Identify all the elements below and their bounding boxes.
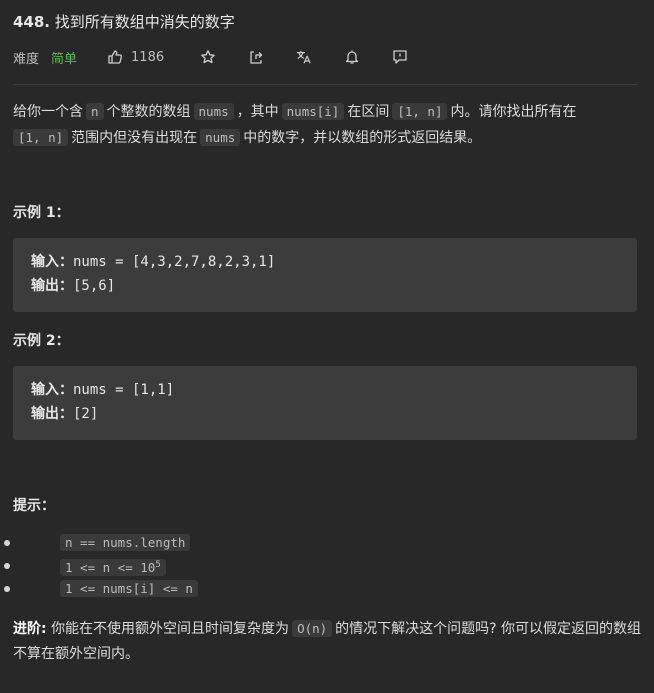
input-value: nums = [1,1] xyxy=(73,382,175,398)
hints-title: 提示： xyxy=(13,498,55,514)
inline-code: nums xyxy=(200,129,241,146)
list-item: 1 <= n <= 105 xyxy=(4,554,201,577)
problem-page: 448. 找到所有数组中消失的数字 难度 简单 1186 给你一个含 n 个整数… xyxy=(0,0,654,693)
example-1-output: 输出：[5,6] xyxy=(31,274,619,298)
inline-code: [1, n] xyxy=(13,129,69,146)
inline-code: nums xyxy=(193,103,234,120)
output-value: [2] xyxy=(73,406,99,422)
like-button[interactable]: 1186 xyxy=(107,49,164,65)
example-2-input: 输入：nums = [1,1] xyxy=(31,378,619,402)
desc-text: 中的数字，并以数组的形式返回结果。 xyxy=(243,130,482,146)
notify-button[interactable] xyxy=(344,49,360,65)
inline-code: 1 <= nums[i] <= n xyxy=(60,580,198,597)
advanced-section: 进阶: 你能在不使用额外空间且时间复杂度为 O(n) 的情况下解决这个问题吗? 你可… xyxy=(13,616,643,667)
inline-code: [1, n] xyxy=(392,103,448,120)
problem-number: 448. xyxy=(13,13,51,31)
list-item: 1 <= nums[i] <= n xyxy=(4,577,201,600)
problem-meta-bar: 难度 简单 1186 xyxy=(13,47,440,67)
desc-text: 给你一个含 xyxy=(13,104,83,120)
difficulty-label: 难度 xyxy=(13,51,40,67)
exponent: 5 xyxy=(155,560,161,570)
example-1-box: 输入：nums = [4,3,2,7,8,2,3,1] 输出：[5,6] xyxy=(13,238,637,312)
inline-code: nums[i] xyxy=(281,103,345,120)
like-count: 1186 xyxy=(131,49,165,65)
list-item: n == nums.length xyxy=(4,531,201,554)
input-label: 输入： xyxy=(31,254,73,270)
divider xyxy=(13,84,637,85)
problem-name: 找到所有数组中消失的数字 xyxy=(54,13,235,31)
input-value: nums = [4,3,2,7,8,2,3,1] xyxy=(73,254,276,270)
desc-text: 内。请你找出所有在 xyxy=(450,104,577,120)
inline-code: n xyxy=(86,103,104,120)
input-label: 输入： xyxy=(31,382,73,398)
difficulty-badge: 简单 xyxy=(51,51,78,67)
desc-text: 在区间 xyxy=(347,104,390,120)
example-2-output: 输出：[2] xyxy=(31,402,619,426)
advanced-text: 你能在不使用额外空间且时间复杂度为 xyxy=(51,621,290,637)
desc-text: 范围内但没有出现在 xyxy=(71,130,198,146)
share-icon xyxy=(250,51,263,64)
example-1-input: 输入：nums = [4,3,2,7,8,2,3,1] xyxy=(31,250,619,274)
output-label: 输出： xyxy=(31,406,73,422)
output-label: 输出： xyxy=(31,278,73,294)
feedback-button[interactable] xyxy=(392,49,408,65)
example-2-title: 示例 2： xyxy=(13,333,70,349)
star-icon xyxy=(201,50,215,64)
favorite-button[interactable] xyxy=(200,49,216,65)
desc-text: 个整数的数组 xyxy=(106,104,191,120)
share-button[interactable] xyxy=(248,49,264,65)
hints-list: n == nums.length 1 <= n <= 105 1 <= nums… xyxy=(4,531,201,600)
hint-text: 1 <= n <= 10 xyxy=(65,560,156,576)
inline-code: O(n) xyxy=(292,620,333,637)
thumbs-up-icon xyxy=(108,50,123,64)
inline-code: n == nums.length xyxy=(60,534,191,551)
bell-icon xyxy=(345,50,359,64)
desc-text: ，其中 xyxy=(236,104,279,120)
translate-button[interactable] xyxy=(296,49,312,65)
feedback-icon xyxy=(393,50,407,64)
output-value: [5,6] xyxy=(73,278,116,294)
problem-title: 448. 找到所有数组中消失的数字 xyxy=(13,11,235,32)
inline-code: 1 <= n <= 105 xyxy=(60,559,166,577)
problem-description: 给你一个含 n 个整数的数组 nums ，其中 nums[i] 在区间 [1, n] 内。请你找… xyxy=(13,99,643,151)
example-1-title: 示例 1： xyxy=(13,205,70,221)
translate-icon xyxy=(297,50,311,64)
example-2-box: 输入：nums = [1,1] 输出：[2] xyxy=(13,366,637,440)
advanced-label: 进阶: xyxy=(13,621,47,637)
